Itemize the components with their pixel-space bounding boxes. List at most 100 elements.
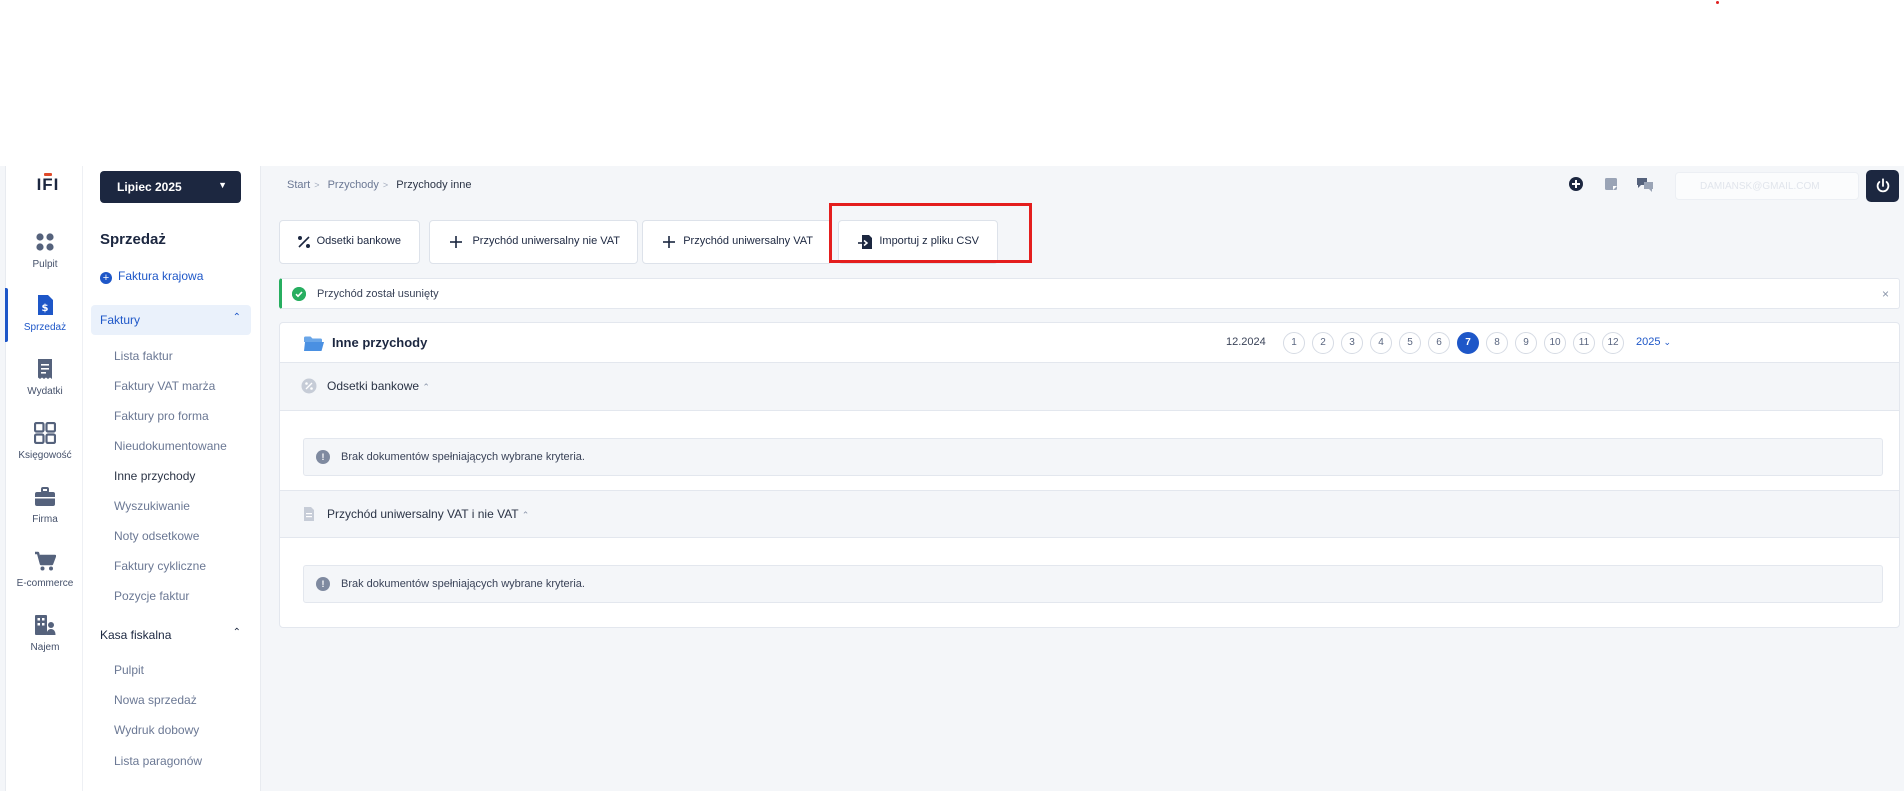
chevron-up-icon: ⌃	[521, 510, 530, 520]
sidebar-item-faktury-pro-forma[interactable]: Faktury pro forma	[114, 409, 209, 423]
rail-item-pulpit[interactable]: Pulpit	[6, 231, 84, 291]
panel-title: Inne przychody	[332, 335, 428, 350]
month-button-7[interactable]: 7	[1457, 332, 1479, 354]
month-button-12[interactable]: 12	[1602, 332, 1624, 354]
breadcrumb-przychody[interactable]: Przychody	[328, 179, 379, 191]
main-content: Start > Przychody > Przychody inne DAMIANS…	[261, 166, 1904, 791]
new-invoice-label: Faktura krajowa	[118, 269, 204, 283]
app-root: IFI Pulpit $ Sprzedaż Wydatki Księgowość…	[0, 166, 1904, 791]
empty-text: Brak dokumentów spełniających wybrane kr…	[341, 451, 585, 463]
rail-item-firma[interactable]: Firma	[6, 486, 84, 546]
section-title: Przychód uniwersalny VAT i nie VAT ⌃	[327, 507, 530, 521]
rail-item-ecommerce[interactable]: E-commerce	[6, 550, 84, 610]
month-label: Lipiec 2025	[117, 180, 182, 194]
month-button-3[interactable]: 3	[1341, 332, 1363, 354]
check-circle-icon	[292, 287, 306, 301]
new-invoice-link[interactable]: + Faktura krajowa	[100, 269, 203, 284]
rail-item-ksiegowosc[interactable]: Księgowość	[6, 422, 84, 482]
sidebar-item-wyszukiwanie[interactable]: Wyszukiwanie	[114, 499, 190, 513]
folder-open-icon	[304, 336, 324, 351]
user-email-field[interactable]: DAMIANSK@GMAIL.COM	[1675, 172, 1859, 200]
rail-item-najem[interactable]: Najem	[6, 614, 84, 674]
year-selector[interactable]: 2025 ⌄	[1636, 336, 1671, 348]
building-person-icon	[35, 615, 56, 635]
rail-item-wydatki[interactable]: Wydatki	[6, 358, 84, 418]
income-vat-button[interactable]: Przychód uniwersalny VAT	[642, 220, 832, 264]
logout-button[interactable]	[1866, 170, 1899, 202]
icon-rail: IFI Pulpit $ Sprzedaż Wydatki Księgowość…	[5, 166, 83, 791]
group-label: Kasa fiskalna	[100, 628, 172, 642]
rail-label: Pulpit	[32, 259, 58, 270]
chevron-up-icon: ⌃	[232, 312, 241, 323]
sidebar-item-faktury-vat-marza[interactable]: Faktury VAT marża	[114, 379, 215, 393]
add-circle-icon[interactable]	[1566, 174, 1586, 194]
rail-label: Firma	[32, 514, 58, 525]
user-email: DAMIANSK@GMAIL.COM	[1700, 181, 1820, 192]
bank-interest-button[interactable]: Odsetki bankowe	[279, 220, 420, 264]
rail-label: E-commerce	[16, 578, 74, 589]
period-label: 12.2024	[1226, 336, 1266, 348]
sidebar-item-nieudokumentowane[interactable]: Nieudokumentowane	[114, 439, 227, 453]
month-selector[interactable]: Lipiec 2025 ▼	[100, 171, 241, 203]
rail-label: Wydatki	[27, 386, 63, 397]
empty-info-odsetki: ! Brak dokumentów spełniających wybrane …	[303, 438, 1883, 476]
action-label: Odsetki bankowe	[316, 235, 401, 247]
power-icon	[1876, 178, 1890, 193]
chevron-down-icon: ▼	[218, 180, 227, 190]
sidebar-group-kasa-fiskalna[interactable]: Kasa fiskalna ⌃	[91, 620, 251, 650]
sidebar-item-lista-faktur[interactable]: Lista faktur	[114, 349, 173, 363]
dashboard-icon	[36, 233, 54, 251]
rail-label: Najem	[30, 642, 60, 653]
blank-top-area	[0, 0, 1904, 166]
chevron-right-icon: >	[314, 180, 320, 190]
document-icon	[304, 507, 314, 521]
sidebar-item-nowa-sprzedaz[interactable]: Nowa sprzedaż	[114, 693, 197, 707]
sidebar-item-lista-paragonow[interactable]: Lista paragonów	[114, 754, 202, 768]
sidebar-item-pulpit[interactable]: Pulpit	[114, 663, 144, 677]
month-button-1[interactable]: 1	[1283, 332, 1305, 354]
cart-icon	[35, 551, 56, 571]
sidebar-item-noty-odsetkowe[interactable]: Noty odsetkowe	[114, 529, 199, 543]
chevron-down-icon: ⌄	[1663, 337, 1672, 347]
action-label: Przychód uniwersalny nie VAT	[472, 235, 620, 247]
month-button-10[interactable]: 10	[1544, 332, 1566, 354]
sidebar: Lipiec 2025 ▼ Sprzedaż + Faktura krajowa …	[83, 166, 261, 791]
income-non-vat-button[interactable]: Przychód uniwersalny nie VAT	[429, 220, 638, 264]
rail-label: Sprzedaż	[23, 322, 67, 333]
breadcrumb-start[interactable]: Start	[287, 179, 310, 191]
month-button-5[interactable]: 5	[1399, 332, 1421, 354]
info-icon: !	[316, 450, 330, 464]
chevron-up-icon: ⌃	[232, 627, 241, 638]
sidebar-item-pozycje-faktur[interactable]: Pozycje faktur	[114, 589, 189, 603]
sidebar-item-faktury-cykliczne[interactable]: Faktury cykliczne	[114, 559, 206, 573]
percent-badge-icon	[301, 378, 317, 394]
close-icon[interactable]: ×	[1882, 287, 1889, 301]
month-button-6[interactable]: 6	[1428, 332, 1450, 354]
month-button-8[interactable]: 8	[1486, 332, 1508, 354]
action-label: Przychód uniwersalny VAT	[683, 235, 813, 247]
income-panel: Inne przychody 12.2024 1 2 3 4 5 6 7 8 9…	[279, 322, 1900, 628]
success-alert: Przychód został usunięty ×	[279, 278, 1900, 309]
empty-info-uniwersalny: ! Brak dokumentów spełniających wybrane …	[303, 565, 1883, 603]
sidebar-group-faktury[interactable]: Faktury ⌃	[91, 305, 251, 335]
section-header-uniwersalny[interactable]: Przychód uniwersalny VAT i nie VAT ⌃	[280, 490, 1899, 538]
month-button-11[interactable]: 11	[1573, 332, 1595, 354]
briefcase-icon	[35, 487, 55, 506]
sidebar-item-inne-przychody[interactable]: Inne przychody	[114, 469, 195, 483]
group-label: Faktury	[100, 313, 141, 327]
section-header-odsetki[interactable]: Odsetki bankowe ⌃	[280, 363, 1899, 411]
month-button-2[interactable]: 2	[1312, 332, 1334, 354]
month-button-4[interactable]: 4	[1370, 332, 1392, 354]
rail-label: Księgowość	[18, 450, 72, 461]
month-button-9[interactable]: 9	[1515, 332, 1537, 354]
rail-item-sprzedaz[interactable]: $ Sprzedaż	[5, 288, 84, 354]
grid-icon	[34, 422, 56, 444]
red-dot-marker	[1716, 1, 1719, 4]
chevron-right-icon: >	[382, 180, 389, 190]
invoice-dollar-icon: $	[38, 295, 53, 315]
empty-text: Brak dokumentów spełniających wybrane kr…	[341, 578, 585, 590]
sidebar-item-wydruk-dobowy[interactable]: Wydruk dobowy	[114, 723, 199, 737]
plus-circle-icon: +	[100, 272, 112, 284]
chat-icon[interactable]	[1635, 174, 1655, 194]
note-icon[interactable]	[1601, 174, 1621, 194]
